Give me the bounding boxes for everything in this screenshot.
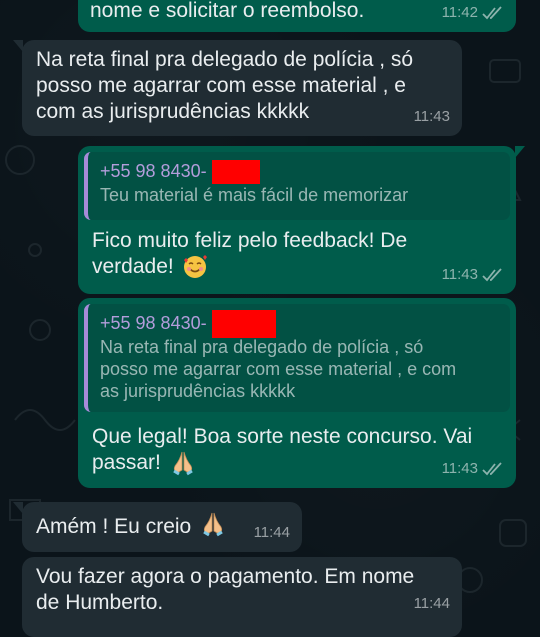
message-bubble-incoming[interactable]: Na reta final pra delegado de polícia , … bbox=[13, 40, 462, 136]
message-bubble-outgoing[interactable]: nome e solicitar o reembolso. 11:42 bbox=[78, 0, 516, 32]
message-meta: 11:44 bbox=[254, 520, 290, 546]
message-meta: 11:43 bbox=[442, 456, 504, 482]
quoted-sender: +55 98 8430- bbox=[100, 310, 276, 338]
message-text: Que legal! Boa sorte neste concurso. Vai… bbox=[92, 425, 473, 474]
redaction-box bbox=[212, 160, 260, 184]
message-bubble-incoming[interactable]: Amém ! Eu creio 11:44 bbox=[13, 502, 302, 552]
message-meta: 11:43 bbox=[414, 104, 450, 130]
message-text: Na reta final pra delegado de polícia , … bbox=[36, 48, 414, 123]
folded-hands-icon bbox=[172, 452, 193, 476]
smiling-face-with-hearts-icon bbox=[183, 255, 207, 279]
quoted-message[interactable]: +55 98 8430- Teu material é mais fácil d… bbox=[84, 152, 510, 220]
message-meta: 11:42 bbox=[442, 0, 504, 26]
quoted-text: Na reta final pra delegado de polícia , … bbox=[100, 337, 457, 401]
message-bubble-outgoing[interactable]: +55 98 8430- Na reta final pra delegado … bbox=[78, 298, 516, 488]
quoted-sender-phone: +55 98 8430- bbox=[100, 161, 207, 181]
folded-hands-icon bbox=[203, 513, 223, 537]
message-text: Amém ! Eu creio bbox=[36, 515, 192, 538]
message-time: 11:43 bbox=[413, 108, 450, 125]
read-ticks-icon bbox=[482, 6, 502, 20]
message-bubble-outgoing[interactable]: +55 98 8430- Teu material é mais fácil d… bbox=[78, 146, 525, 294]
message-time: 11:43 bbox=[441, 266, 478, 283]
message-time: 11:43 bbox=[441, 460, 478, 477]
read-ticks-icon bbox=[482, 268, 502, 282]
quoted-message[interactable]: +55 98 8430- Na reta final pra delegado … bbox=[84, 304, 510, 412]
quoted-sender-phone: +55 98 8430- bbox=[100, 313, 207, 333]
message-bubble-incoming[interactable]: Vou fazer agora o pagamento. Em nome de … bbox=[22, 557, 462, 637]
message-time: 11:44 bbox=[413, 595, 450, 612]
message-time: 11:42 bbox=[441, 4, 478, 21]
message-text: Vou fazer agora o pagamento. Em nome de … bbox=[36, 565, 415, 614]
redaction-box bbox=[212, 310, 276, 338]
message-meta: 11:44 bbox=[414, 591, 450, 617]
read-ticks-icon bbox=[482, 462, 502, 476]
quoted-text: Teu material é mais fácil de memorizar bbox=[100, 185, 409, 205]
message-meta: 11:43 bbox=[442, 262, 504, 288]
message-text: Fico muito feliz pelo feedback! De verda… bbox=[92, 229, 408, 278]
quoted-sender: +55 98 8430- bbox=[100, 160, 260, 184]
message-time: 11:44 bbox=[253, 524, 290, 541]
